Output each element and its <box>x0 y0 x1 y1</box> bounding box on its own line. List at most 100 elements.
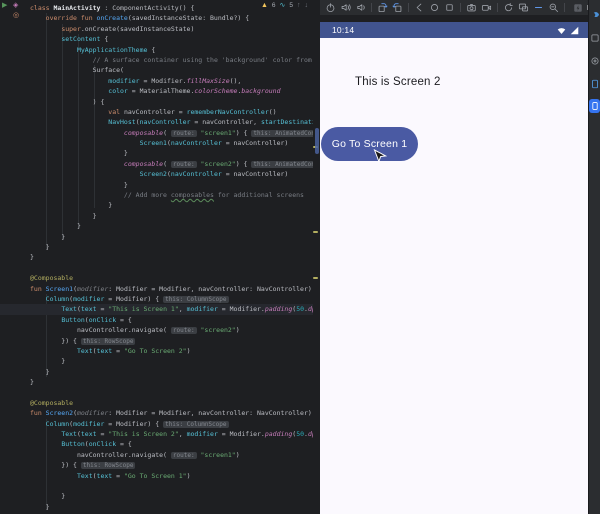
code-line[interactable]: } <box>0 491 313 501</box>
code-segment: ) { <box>236 160 252 168</box>
code-segment: : ComponentActivity() { <box>100 4 194 12</box>
prev-issue-icon[interactable]: ↑ <box>297 2 301 9</box>
code-line[interactable]: } <box>0 502 313 512</box>
power-icon[interactable] <box>324 1 337 14</box>
volume-down-icon[interactable] <box>354 1 367 14</box>
code-line[interactable]: Column(modifier = Modifier) { this: Colu… <box>0 294 313 304</box>
code-lines: class MainActivity : ComponentActivity()… <box>0 3 313 514</box>
code-line[interactable] <box>0 387 313 397</box>
code-line[interactable]: Text(text = "This is Screen 2", modifier… <box>0 429 313 439</box>
code-line[interactable]: } <box>0 148 313 158</box>
code-line[interactable]: } <box>0 232 313 242</box>
code-line[interactable]: ) { <box>0 97 313 107</box>
code-line[interactable]: } <box>0 377 313 387</box>
code-line[interactable]: @Composable <box>0 398 313 408</box>
code-editor[interactable]: class MainActivity : ComponentActivity()… <box>0 0 320 514</box>
code-line[interactable]: val navController = rememberNavControlle… <box>0 107 313 117</box>
inspection-widget[interactable]: ▲6 ∿5 ↑ ↓ <box>259 1 310 9</box>
code-segment: val <box>108 108 124 116</box>
dash-icon[interactable] <box>532 1 545 14</box>
run-gutter-icon[interactable]: ▶ <box>2 2 7 10</box>
code-line[interactable]: Column(modifier = Modifier) { this: Colu… <box>0 419 313 429</box>
code-line[interactable]: navController.navigate( route: "screen1"… <box>0 450 313 460</box>
running-devices-icon[interactable] <box>589 99 600 113</box>
code-line[interactable] <box>0 481 313 491</box>
code-line[interactable]: navController.navigate( route: "screen2"… <box>0 325 313 335</box>
code-segment: "This is Screen 1" <box>108 305 178 313</box>
override-gutter-icon[interactable]: ◎ <box>13 12 19 20</box>
code-line[interactable]: NavHost(navController = navController, s… <box>0 117 313 127</box>
code-segment: "Go To Screen 2" <box>124 347 187 355</box>
code-line[interactable]: composable( route: "screen2") { this: An… <box>0 159 313 169</box>
warning-stripe-mark[interactable] <box>313 277 318 279</box>
code-line[interactable]: fun Screen2(modifier: Modifier = Modifie… <box>0 408 313 418</box>
code-line[interactable]: @Composable <box>0 273 313 283</box>
code-segment <box>30 129 124 137</box>
code-line[interactable] <box>0 263 313 273</box>
code-segment: modifier <box>187 430 218 438</box>
screen-record-icon[interactable] <box>480 1 493 14</box>
phone-blue-icon[interactable] <box>589 76 600 92</box>
next-issue-icon[interactable]: ↓ <box>305 2 309 9</box>
typo-count: 5 <box>289 2 293 9</box>
code-line[interactable]: setContent { <box>0 34 313 44</box>
warning-stripe-mark[interactable] <box>313 231 318 233</box>
code-line[interactable]: color = MaterialTheme.colorScheme.backgr… <box>0 86 313 96</box>
code-line[interactable]: Screen1(navController = navController) <box>0 138 313 148</box>
scrollbar-thumb[interactable] <box>315 128 319 154</box>
go-to-screen-1-button[interactable]: Go To Screen 1 <box>321 127 418 161</box>
code-line[interactable]: Button(onClick = { <box>0 315 313 325</box>
code-line[interactable]: Button(onClick = { <box>0 439 313 449</box>
code-line[interactable]: }) { this: RowScope <box>0 460 313 470</box>
code-line[interactable]: } <box>0 242 313 252</box>
code-segment: composable <box>124 129 163 137</box>
code-line[interactable]: modifier = Modifier.fillMaxSize(), <box>0 76 313 86</box>
code-line[interactable]: composable( route: "screen1") { this: An… <box>0 128 313 138</box>
code-segment: = navController) <box>222 139 289 147</box>
volume-up-icon[interactable] <box>339 1 352 14</box>
code-line[interactable]: fun Screen1(modifier: Modifier = Modifie… <box>0 284 313 294</box>
code-line[interactable]: MyApplicationTheme { <box>0 45 313 55</box>
code-segment: "Go To Screen 1" <box>124 472 187 480</box>
code-line[interactable]: } <box>0 200 313 210</box>
code-line[interactable]: } <box>0 211 313 221</box>
toolbar-separator <box>371 3 372 12</box>
code-line[interactable]: // A surface container using the 'backgr… <box>0 55 313 65</box>
code-segment: ( <box>163 160 171 168</box>
code-line[interactable]: Text(text = "Go To Screen 1") <box>0 471 313 481</box>
code-segment: , <box>179 430 187 438</box>
code-line[interactable]: Screen2(navController = navController) <box>0 169 313 179</box>
back-icon[interactable] <box>413 1 426 14</box>
displays-icon[interactable] <box>517 1 530 14</box>
code-segment: "screen1" <box>201 451 236 459</box>
overview-icon[interactable] <box>443 1 456 14</box>
home-icon[interactable] <box>428 1 441 14</box>
code-line[interactable]: Text(text = "Go To Screen 2") <box>0 346 313 356</box>
code-line[interactable]: override fun onCreate(savedInstanceState… <box>0 13 313 23</box>
screenshot-icon[interactable] <box>465 1 478 14</box>
rotate-left-icon[interactable] <box>376 1 389 14</box>
code-line[interactable]: } <box>0 221 313 231</box>
insights-icon[interactable] <box>589 53 600 69</box>
code-segment: onClick <box>89 316 116 324</box>
code-line[interactable]: Surface( <box>0 65 313 75</box>
warning-count: 6 <box>272 2 276 9</box>
device-screen[interactable]: 10:14 This is Screen 2 Go To Screen 1 <box>320 22 588 514</box>
code-line[interactable]: } <box>0 252 313 262</box>
device-box-icon[interactable] <box>589 30 600 46</box>
code-line[interactable]: } <box>0 356 313 366</box>
code-line[interactable]: } <box>0 367 313 377</box>
code-line[interactable]: super.onCreate(savedInstanceState) <box>0 24 313 34</box>
reset-icon[interactable] <box>502 1 515 14</box>
code-segment <box>30 316 61 324</box>
code-line[interactable]: }) { this: RowScope <box>0 336 313 346</box>
rotate-right-icon[interactable] <box>391 1 404 14</box>
code-line[interactable]: Text(text = "This is Screen 1", modifier… <box>0 304 313 314</box>
gradle-icon[interactable] <box>589 7 600 23</box>
code-segment: } <box>30 212 97 220</box>
code-segment <box>30 35 61 43</box>
code-line[interactable]: } <box>0 180 313 190</box>
zoom-out-icon[interactable] <box>547 1 560 14</box>
class-gutter-icon[interactable]: ◈ <box>13 2 18 10</box>
code-line[interactable]: // Add more composables for additional s… <box>0 190 313 200</box>
